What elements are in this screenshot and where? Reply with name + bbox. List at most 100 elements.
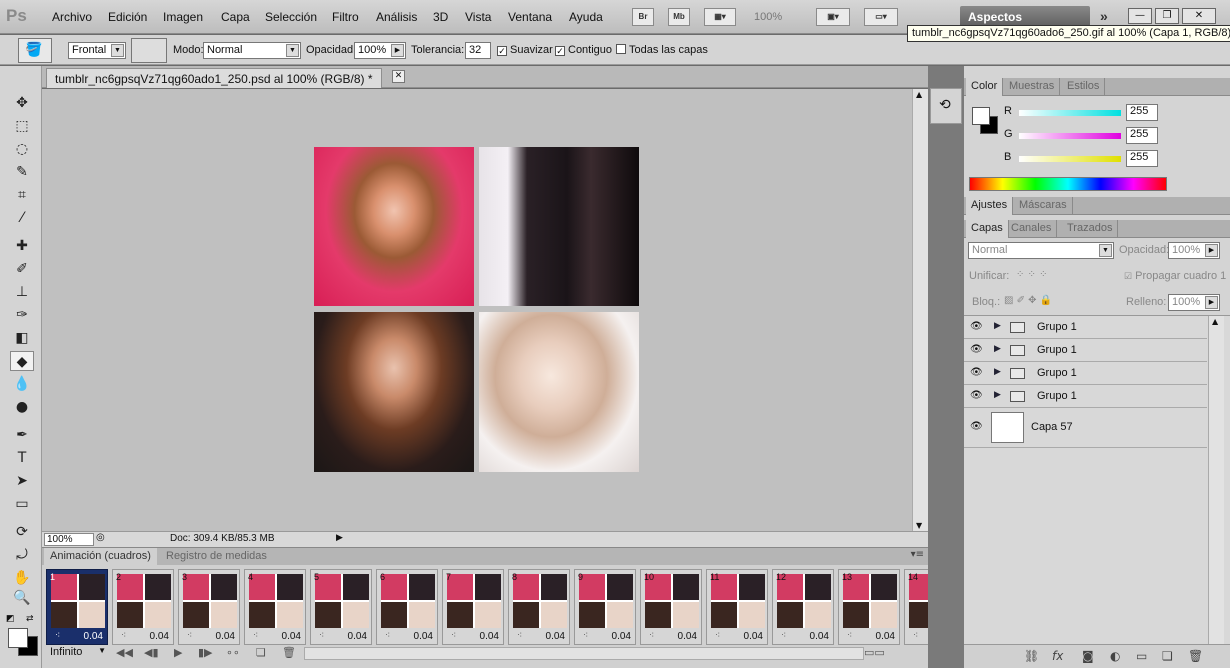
screen-mode-icon[interactable]: ▭▾ — [864, 8, 898, 26]
marquee-tool-icon[interactable]: ⬚ — [10, 116, 34, 136]
frame-delay[interactable]: 0.04 — [348, 631, 367, 642]
brush-tool-icon[interactable]: ✐ — [10, 259, 34, 279]
tab-swatches[interactable]: Muestras — [1004, 78, 1061, 96]
eraser-tool-icon[interactable]: ◧ — [10, 328, 34, 348]
animation-frame[interactable]: 12 ⁖ 0.04 — [772, 569, 834, 645]
channel-slider[interactable] — [1019, 133, 1121, 139]
history-panel-icon[interactable]: ⟲ — [930, 88, 962, 124]
frame-disposal-icon[interactable]: ⁖ — [517, 631, 522, 641]
pen-tool-icon[interactable]: ✒ — [10, 425, 34, 445]
3d-rotate-tool-icon[interactable]: ⟳ — [10, 522, 34, 542]
rectangle-tool-icon[interactable]: ▭ — [10, 494, 34, 514]
tab-styles[interactable]: Estilos — [1062, 78, 1106, 96]
channel-slider[interactable] — [1019, 156, 1121, 162]
menu-ayuda[interactable]: Ayuda — [569, 10, 603, 24]
play-icon[interactable]: ▶ — [174, 646, 182, 659]
fill-source-select[interactable]: Frontal ▼ — [68, 42, 126, 59]
animation-frame[interactable]: 6 ⁖ 0.04 — [376, 569, 438, 645]
restore-icon[interactable]: ❐ — [1155, 8, 1179, 24]
paint-bucket-tool-icon[interactable]: ◆ — [10, 351, 34, 371]
animation-frame[interactable]: 2 ⁖ 0.04 — [112, 569, 174, 645]
panel-menu-icon[interactable]: ▾≡ — [911, 549, 924, 560]
visibility-eye-icon[interactable]: 👁 — [970, 344, 983, 355]
lock-icons[interactable]: ▨ ✐ ✥ 🔒 — [1004, 295, 1052, 306]
view-extras-icon[interactable]: ▦▾ — [704, 8, 736, 26]
visibility-eye-icon[interactable]: 👁 — [970, 390, 983, 401]
layer-group-row[interactable]: 👁 ▶ Grupo 1 — [964, 339, 1207, 362]
frame-delay[interactable]: 0.04 — [84, 631, 103, 642]
animation-frame[interactable]: 10 ⁖ 0.04 — [640, 569, 702, 645]
healing-brush-tool-icon[interactable]: ✚ — [10, 236, 34, 256]
close-icon[interactable]: ✕ — [1182, 8, 1216, 24]
delete-layer-icon[interactable]: 🗑 — [1188, 649, 1203, 663]
move-tool-icon[interactable]: ✥ — [10, 93, 34, 113]
frame-disposal-icon[interactable]: ⁖ — [649, 631, 654, 641]
unify-icons[interactable]: ⁘ ⁘ ⁘ — [1016, 269, 1048, 280]
frame-disposal-icon[interactable]: ⁖ — [319, 631, 324, 641]
frame-delay[interactable]: 0.04 — [546, 631, 565, 642]
path-selection-tool-icon[interactable]: ➤ — [10, 471, 34, 491]
3d-orbit-tool-icon[interactable]: ⤾ — [10, 545, 34, 565]
expand-triangle-icon[interactable]: ▶ — [994, 390, 1001, 400]
animation-frame[interactable]: 11 ⁖ 0.04 — [706, 569, 768, 645]
blur-tool-icon[interactable]: 💧 — [10, 374, 34, 394]
add-mask-icon[interactable]: ◙ — [1082, 649, 1094, 663]
expand-triangle-icon[interactable]: ▶ — [994, 321, 1001, 331]
menu-vista[interactable]: Vista — [465, 10, 491, 24]
menu-imagen[interactable]: Imagen — [163, 10, 203, 24]
frame-delay[interactable]: 0.04 — [282, 631, 301, 642]
mini-bridge-button[interactable]: Mb — [668, 8, 690, 26]
tween-icon[interactable]: ∘∘ — [226, 646, 240, 659]
zoom-tool-icon[interactable]: 🔍 — [10, 588, 34, 608]
frame-delay[interactable]: 0.04 — [744, 631, 763, 642]
tab-adjustments[interactable]: Ajustes — [966, 197, 1014, 215]
tolerance-field[interactable]: 32 — [465, 42, 491, 59]
timeline-mode-icon[interactable]: ▭▭ — [864, 646, 885, 659]
canvas-area[interactable] — [42, 89, 912, 531]
frame-disposal-icon[interactable]: ⁖ — [253, 631, 258, 641]
layer-style-icon[interactable]: fx — [1052, 649, 1063, 663]
foreground-color-swatch[interactable] — [8, 628, 28, 648]
zoom-level-menu[interactable]: 100% — [754, 11, 782, 23]
all-layers-checkbox[interactable]: Todas las capas — [616, 44, 708, 56]
animation-frame[interactable]: 13 ⁖ 0.04 — [838, 569, 900, 645]
animation-frame[interactable]: 1 ⁖ 0.04 — [46, 569, 108, 645]
animation-frame[interactable]: 5 ⁖ 0.04 — [310, 569, 372, 645]
opacity-field[interactable]: 100% ▶ — [354, 42, 406, 59]
channel-value-field[interactable]: 255 — [1126, 127, 1158, 144]
link-layers-icon[interactable]: ⛓ — [1024, 649, 1039, 663]
propagate-checkbox[interactable]: ☑ Propagar cuadro 1 — [1124, 270, 1226, 282]
layer-row[interactable]: 👁 Capa 57 — [964, 408, 1207, 448]
zoom-field[interactable]: 100% — [44, 533, 94, 546]
tab-layers[interactable]: Capas — [966, 220, 1009, 238]
visibility-eye-icon[interactable]: 👁 — [970, 321, 983, 332]
frame-delay[interactable]: 0.04 — [480, 631, 499, 642]
channel-value-field[interactable]: 255 — [1126, 150, 1158, 167]
frame-disposal-icon[interactable]: ⁖ — [451, 631, 456, 641]
bridge-button[interactable]: Br — [632, 8, 654, 26]
menu-capa[interactable]: Capa — [221, 10, 250, 24]
frame-disposal-icon[interactable]: ⁖ — [385, 631, 390, 641]
frame-disposal-icon[interactable]: ⁖ — [715, 631, 720, 641]
frame-disposal-icon[interactable]: ⁖ — [583, 631, 588, 641]
frame-disposal-icon[interactable]: ⁖ — [847, 631, 852, 641]
frames-horizontal-scrollbar[interactable] — [304, 647, 864, 660]
visibility-eye-icon[interactable]: 👁 — [970, 367, 983, 378]
duplicate-frame-icon[interactable]: ❏ — [256, 646, 266, 659]
menu-3d[interactable]: 3D — [433, 10, 448, 24]
menu-ventana[interactable]: Ventana — [508, 10, 552, 24]
frame-disposal-icon[interactable]: ⁖ — [55, 631, 60, 641]
menu-seleccion[interactable]: Selección — [265, 10, 317, 24]
previous-frame-icon[interactable]: ◀▮ — [144, 646, 159, 659]
adjustment-layer-icon[interactable]: ◐ — [1110, 649, 1120, 663]
frame-delay[interactable]: 0.04 — [150, 631, 169, 642]
lasso-tool-icon[interactable]: ◌ — [10, 139, 34, 159]
animation-frame[interactable]: 7 ⁖ 0.04 — [442, 569, 504, 645]
loop-options-select[interactable]: Infinito ▼ — [44, 646, 108, 661]
layer-group-row[interactable]: 👁 ▶ Grupo 1 — [964, 316, 1207, 339]
antialias-checkbox[interactable]: ✓ Suavizar — [497, 44, 553, 56]
status-menu-icon[interactable]: ◎ — [96, 532, 105, 543]
layer-blend-mode-select[interactable]: Normal ▼ — [968, 242, 1114, 259]
layer-group-row[interactable]: 👁 ▶ Grupo 1 — [964, 385, 1207, 408]
paint-bucket-preset-icon[interactable]: 🪣 — [18, 38, 52, 63]
